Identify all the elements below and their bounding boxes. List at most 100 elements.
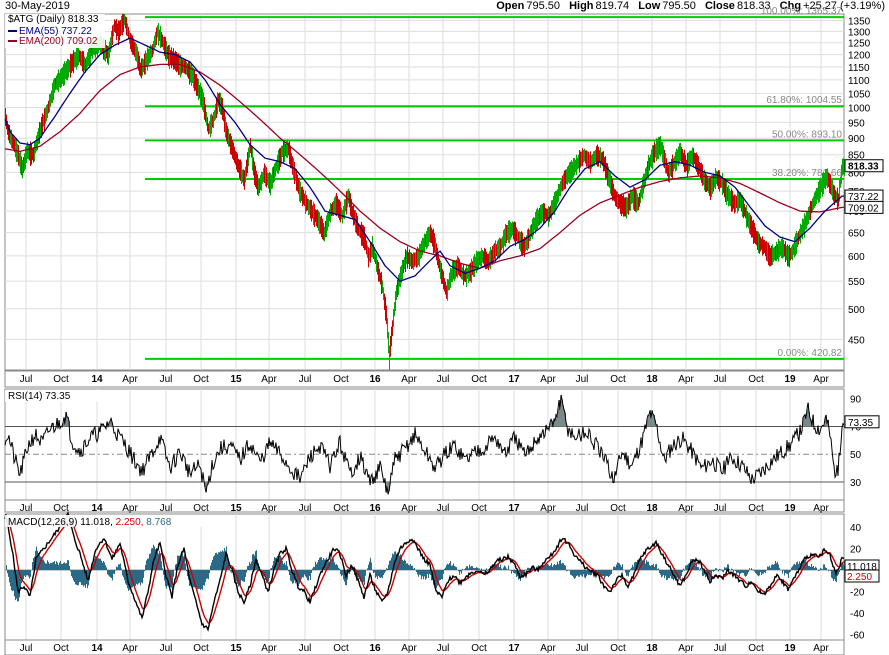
price-x-tick-label: Jul [576, 374, 589, 385]
price-y-tick-label: 1100 [848, 76, 870, 87]
rsi-x-tick-label: Oct [53, 503, 69, 514]
price-panel: 4505005506006507007508008509009501000105… [4, 6, 884, 388]
rsi-x-tick-label: Apr [678, 503, 694, 514]
price-x-tick-label: 18 [646, 374, 658, 385]
rsi-x-tick-label: Jul [299, 503, 312, 514]
macd-x-tick-label: 17 [508, 643, 520, 654]
price-y-tick-label: 450 [848, 335, 865, 346]
ema200-legend-label: EMA(200) 709.02 [19, 36, 98, 47]
price-x-tick-label: 16 [369, 374, 381, 385]
macd-x-tick-label: Apr [122, 643, 138, 654]
macd-panel: -60-40-200204011.0182.250MACD(12,26,9) 1… [4, 511, 880, 655]
macd-x-tick-label: 16 [369, 643, 381, 654]
rsi-x-tick-label: Jul [714, 503, 727, 514]
price-x-tick-label: 19 [784, 374, 796, 385]
price-x-tick-label: Jul [160, 374, 173, 385]
macd-legend-signal: 2.250, [116, 517, 147, 528]
price-y-tick-label: 1050 [848, 89, 871, 100]
price-y-tick-label: 1150 [848, 63, 870, 74]
macd-x-tick-label: Oct [333, 643, 349, 654]
price-x-tick-label: Jul [20, 374, 33, 385]
price-x-tick-label: 14 [91, 374, 103, 385]
price-x-tick-label: Apr [401, 374, 417, 385]
rsi-x-tick-label: 15 [230, 503, 242, 514]
rsi-x-tick-label: Jul [576, 503, 589, 514]
price-value-tag: 818.33 [844, 159, 884, 173]
chart-canvas: 4505005506006507007508008509009501000105… [4, 6, 884, 655]
price-x-tick-label: Oct [193, 374, 209, 385]
rsi-x-tick-label: Apr [540, 503, 556, 514]
rsi-x-tick-label: Oct [610, 503, 626, 514]
price-x-tick-label: Oct [53, 374, 69, 385]
price-y-tick-label: 550 [848, 277, 865, 288]
price-x-tick-label: Oct [333, 374, 349, 385]
fib-label: 0.00%: 420.82 [778, 348, 843, 359]
rsi-x-tick-label: 16 [369, 503, 381, 514]
macd-y-tick-label: 20 [850, 544, 862, 555]
rsi-x-tick-label: 18 [646, 503, 658, 514]
macd-y-tick-label: -60 [850, 631, 865, 642]
price-y-tick-label: 900 [848, 134, 865, 145]
rsi-x-tick-label: Oct [748, 503, 764, 514]
macd-x-tick-label: Jul [714, 643, 727, 654]
macd-y-tick-label: -40 [850, 609, 865, 620]
rsi-x-tick-label: Oct [193, 503, 209, 514]
fib-label: 38.20%: 781.66 [772, 168, 842, 179]
macd-x-tick-label: Apr [261, 643, 277, 654]
fib-label: 61.80%: 1004.55 [766, 95, 842, 106]
price-y-tick-label: 1300 [848, 27, 871, 38]
rsi-x-tick-label: Oct [471, 503, 487, 514]
rsi-legend: RSI(14) 73.35 [5, 390, 105, 402]
price-x-tick-label: Oct [748, 374, 764, 385]
price-y-tick-label: 500 [848, 305, 865, 316]
price-legend: $ATG (Daily) 818.33EMA(55) 737.22EMA(200… [5, 14, 105, 48]
macd-x-tick-label: Apr [540, 643, 556, 654]
macd-legend-macd: MACD(12,26,9) 11.018, [8, 517, 116, 528]
rsi-x-tick-label: 19 [784, 503, 796, 514]
macd-x-tick-label: Apr [678, 643, 694, 654]
rsi-y-tick-label: 30 [850, 478, 862, 489]
rsi-value-tag: 73.35 [844, 415, 880, 429]
price-y-tick-label: 1000 [848, 104, 871, 115]
macd-x-tick-label: Apr [813, 643, 829, 654]
price-x-tick-label: Jul [714, 374, 727, 385]
rsi-y-tick-label: 90 [850, 395, 862, 406]
macd-x-tick-label: Oct [53, 643, 69, 654]
macd-x-tick-label: Jul [160, 643, 173, 654]
price-y-tick-label: 1250 [848, 39, 871, 50]
price-y-tick-label: 950 [848, 118, 865, 129]
macd-x-tick-label: 15 [230, 643, 242, 654]
macd-value-tag-text: 2.250 [847, 572, 872, 583]
rsi-x-tick-label: Apr [261, 503, 277, 514]
price-value-tag: 709.02 [844, 200, 884, 214]
price-x-tick-label: Jul [437, 374, 450, 385]
price-x-tick-label: Jul [299, 374, 312, 385]
rsi-x-tick-label: 14 [91, 503, 103, 514]
fib-label: 100.00%: 1365.37 [761, 6, 843, 17]
price-x-tick-label: Apr [122, 374, 138, 385]
macd-x-tick-label: Oct [610, 643, 626, 654]
price-x-tick-label: Apr [540, 374, 556, 385]
price-x-tick-label: 17 [508, 374, 520, 385]
macd-x-tick-label: Jul [437, 643, 450, 654]
fib-label: 50.00%: 893.10 [772, 129, 842, 140]
macd-x-tick-label: 18 [646, 643, 658, 654]
macd-x-tick-label: Oct [193, 643, 209, 654]
price-x-tick-label: 15 [230, 374, 242, 385]
price-y-tick-label: 650 [848, 229, 865, 240]
price-title: $ATG (Daily) 818.33 [8, 14, 99, 25]
rsi-x-tick-label: Apr [122, 503, 138, 514]
rsi-x-tick-label: Oct [333, 503, 349, 514]
price-x-tick-label: Apr [261, 374, 277, 385]
rsi-x-tick-label: Apr [813, 503, 829, 514]
macd-x-tick-label: Oct [471, 643, 487, 654]
macd-value-tag: 2.250 [844, 569, 880, 583]
rsi-y-tick-label: 50 [850, 450, 862, 461]
macd-x-tick-label: 14 [91, 643, 103, 654]
rsi-value-tag-text: 73.35 [848, 418, 873, 429]
price-x-tick-label: Apr [678, 374, 694, 385]
price-x-tick-label: Oct [610, 374, 626, 385]
macd-legend-histogram: 8.768 [146, 517, 171, 528]
rsi-x-tick-label: 17 [508, 503, 520, 514]
rsi-title: RSI(14) 73.35 [8, 391, 71, 402]
